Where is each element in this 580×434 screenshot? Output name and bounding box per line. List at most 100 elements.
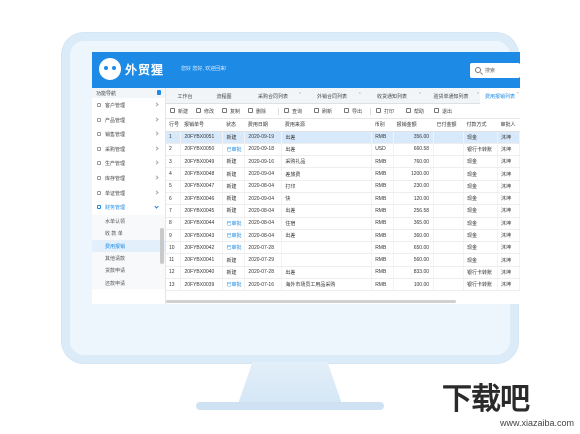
toolbar-label: 帮助 (414, 109, 425, 115)
close-icon[interactable]: × (419, 90, 421, 95)
chevron-icon (154, 116, 159, 122)
sidebar-subitem[interactable]: 收 款 单 (92, 227, 165, 240)
tab-label: 收货通知列表 (376, 94, 407, 100)
column-header[interactable]: 状态 (222, 119, 245, 132)
table-cell: 11 (166, 253, 182, 267)
sidebar-item[interactable]: 销售管理 (92, 127, 165, 142)
table-cell: 海外市场员工用品采购 (281, 278, 373, 292)
sidebar-item[interactable]: 财务管理 (92, 200, 165, 215)
table-cell: 2020-08-04 (244, 180, 283, 193)
table-row[interactable]: 7 20FYBX0045 新建 2020-08-04 出差 RMB 256.58 现金 沐坤 (166, 204, 520, 218)
table-cell: 12 (166, 266, 182, 280)
tab[interactable]: 验货单通知列表 × (422, 88, 480, 104)
watermark-logo: 下载吧 (442, 383, 530, 416)
sidebar-scrollbar[interactable] (160, 228, 164, 264)
tab[interactable]: 费用报销列表 × (480, 88, 520, 104)
table-cell: 20FYBX0046 (180, 192, 224, 206)
tab[interactable]: 工作台 (166, 88, 204, 104)
table-cell: 住宿 (281, 217, 373, 230)
tab-label: 验货单通知列表 (433, 94, 469, 100)
column-header[interactable]: 报销金额 (393, 119, 434, 132)
column-header[interactable]: 行号 (166, 119, 181, 132)
table-cell: 1200.00 (393, 167, 435, 181)
table-cell (433, 180, 464, 193)
table-row[interactable]: 8 20FYBX0044 已审批 2020-08-04 住宿 RMB 365.00 现金 沐坤 (166, 217, 520, 230)
table-cell: 沐坤 (497, 204, 520, 218)
table-cell: RMB (371, 155, 395, 169)
table-cell: 出差 (281, 229, 373, 243)
table-cell: RMB (371, 241, 395, 255)
pin-icon[interactable] (157, 90, 161, 95)
table-row[interactable]: 10 20FYBX0042 已审批 2020-07-28 RMB 650.00 现金 沐坤 (166, 241, 520, 255)
table-cell: 银行卡转账 (463, 278, 498, 292)
search-input[interactable]: 搜索 (470, 63, 520, 78)
sidebar-subitem[interactable]: 还款申请 (92, 276, 165, 290)
table-cell: 现金 (463, 253, 498, 267)
monitor-neck (238, 362, 342, 404)
sidebar-subitem[interactable]: 水单认领 (92, 214, 165, 228)
table-cell: 6 (166, 192, 182, 206)
tab[interactable]: 外销合同列表 × (302, 88, 362, 104)
column-header[interactable]: 审批人 (497, 119, 520, 132)
table-cell: 356.00 (393, 131, 435, 144)
sidebar-item[interactable]: 生产管理 (92, 156, 165, 171)
column-header[interactable]: 费用来源 (281, 119, 372, 132)
sidebar-item[interactable]: 产品管理 (92, 113, 165, 128)
sidebar-subitem[interactable]: 费用报销 (92, 239, 165, 252)
table-cell (433, 204, 464, 218)
sidebar-item[interactable]: 采购管理 (92, 142, 165, 157)
table-horizontal-scrollbar[interactable] (166, 300, 456, 303)
table-row[interactable]: 5 20FYBX0047 新建 2020-08-04 打印 RMB 230.00 现金 沐坤 (166, 180, 520, 193)
column-header[interactable]: 费用日期 (244, 119, 282, 132)
table-cell: RMB (371, 131, 395, 144)
table-row[interactable]: 3 20FYBX0049 新建 2020-09-16 采购礼品 RMB 760.00 现金 沐坤 (166, 155, 520, 169)
table-cell: 现金 (463, 167, 498, 181)
table-row[interactable]: 6 20FYBX0046 新建 2020-09-04 快 RMB 120.00 现金 沐坤 (166, 192, 520, 206)
table-cell: 20FYBX0042 (180, 241, 224, 255)
close-icon[interactable]: × (299, 90, 301, 95)
table-cell: RMB (371, 229, 395, 243)
table-row[interactable]: 2 20FYBX0050 已审批 2020-09-18 出差 USD 660.58 银行卡转账… (166, 143, 520, 157)
table-row[interactable]: 1 20FYBX0051 新建 2020-09-19 出差 RMB 356.00 现金 沐坤 (166, 131, 520, 144)
column-header[interactable]: 报销单号 (180, 119, 223, 132)
exit-icon (434, 108, 439, 113)
sidebar-subitem[interactable]: 其他请款 (92, 251, 165, 265)
table-cell (433, 192, 464, 206)
table-row[interactable]: 13 20FYBX0039 已审批 2020-07-16 海外市场员工用品采购 RMB 10… (166, 278, 520, 292)
desktop-stage: 外贸猩 您好 您好, 欢迎回来! 搜索 功能导航 客户管理 产品管理 销售管理 采购管… (0, 0, 580, 434)
sidebar-item-label: 客户管理 (105, 103, 126, 109)
tab[interactable]: 收货通知列表 × (362, 88, 422, 104)
column-header[interactable]: 付款方式 (463, 119, 498, 132)
table-row[interactable]: 12 20FYBX0040 新建 2020-07-28 出差 RMB 833.00 银行卡转账… (166, 266, 520, 280)
table-row[interactable]: 11 20FYBX0041 新建 2020-07-29 RMB 560.00 现金 沐坤 (166, 253, 520, 267)
table-cell: 3 (166, 155, 182, 169)
chevron-icon (154, 189, 159, 195)
column-header[interactable]: 币别 (371, 119, 394, 132)
tab[interactable]: 采购合同列表 × (244, 88, 302, 104)
close-icon[interactable]: × (517, 90, 519, 95)
table-cell: RMB (371, 192, 395, 206)
sidebar-item[interactable]: 客户管理 (92, 98, 165, 113)
sidebar-item[interactable]: 库存管理 (92, 171, 165, 186)
app-window: 外贸猩 您好 您好, 欢迎回来! 搜索 功能导航 客户管理 产品管理 销售管理 采购管… (92, 52, 520, 304)
sidebar-item[interactable]: 单证管理 (92, 186, 165, 201)
chevron-icon (154, 146, 159, 151)
table-row[interactable]: 9 20FYBX0043 已审批 2020-08-04 出差 RMB 360.00 现金 沐坤 (166, 229, 520, 243)
sidebar-subitem[interactable]: 货款申请 (92, 264, 165, 277)
table-cell: 100.00 (393, 278, 435, 292)
tab[interactable]: 流程图 (204, 88, 244, 104)
toolbar-label: 修改 (204, 109, 215, 115)
table-cell: 660.58 (393, 143, 435, 157)
close-icon[interactable]: × (477, 90, 479, 95)
table-cell: 20FYBX0045 (180, 204, 224, 218)
chevron-icon (154, 131, 159, 136)
close-icon[interactable]: × (359, 90, 361, 95)
table-cell: 沐坤 (497, 266, 520, 280)
table-row[interactable]: 4 20FYBX0048 新建 2020-09-04 差旅费 RMB 1200.00 现金 沐坤 (166, 167, 520, 181)
column-header[interactable]: 已付金额 (433, 119, 464, 132)
nav-icon (97, 132, 101, 137)
sidebar-title: 功能导航 (92, 88, 165, 98)
table-cell: RMB (371, 180, 395, 193)
nav-icon (97, 117, 101, 122)
table-cell: 8 (166, 217, 182, 230)
